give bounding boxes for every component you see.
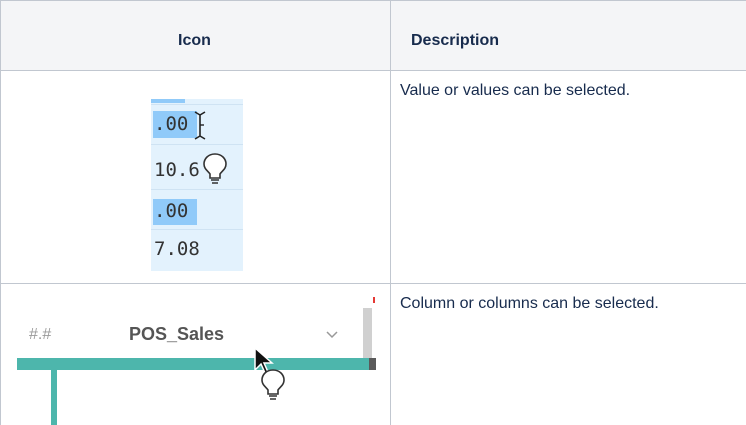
red-marker xyxy=(373,297,375,303)
column-name-label: POS_Sales xyxy=(129,324,225,344)
table-border-row1-bottom xyxy=(0,283,746,284)
value-text-1: .00 xyxy=(154,113,189,135)
text-cursor-icon xyxy=(194,111,206,140)
row-separator xyxy=(151,144,243,145)
teal-selection-bar xyxy=(17,358,372,370)
table-border-header-bottom xyxy=(0,70,746,71)
value-text-2: 10.6 xyxy=(154,159,200,181)
row-separator xyxy=(151,189,243,190)
lightbulb-icon xyxy=(203,153,227,184)
table-border-left xyxy=(0,0,1,425)
lightbulb-icon xyxy=(261,369,285,400)
info-table: Icon Description Value or values can be … xyxy=(0,0,746,425)
row2-description: Column or columns can be selected. xyxy=(400,295,659,312)
row-separator xyxy=(151,229,243,230)
value-text-4: 7.08 xyxy=(154,238,200,260)
row-separator xyxy=(151,104,243,105)
header-icon-label: Icon xyxy=(178,32,211,49)
header-description-label: Description xyxy=(411,32,500,49)
row1-description: Value or values can be selected. xyxy=(400,82,631,99)
teal-column-line xyxy=(51,370,57,425)
table-border-top xyxy=(0,0,746,1)
column-type-icon: #.# xyxy=(29,326,52,343)
teal-bar-end xyxy=(369,358,376,370)
table-border-middle xyxy=(390,0,391,425)
value-selection-image: .00 10.6 .00 7.08 xyxy=(151,99,243,271)
chevron-down-icon xyxy=(326,331,338,339)
selection-highlight-top-partial xyxy=(151,99,185,103)
value-text-3: .00 xyxy=(154,200,189,222)
column-selection-image: #.# POS_Sales xyxy=(17,297,378,425)
